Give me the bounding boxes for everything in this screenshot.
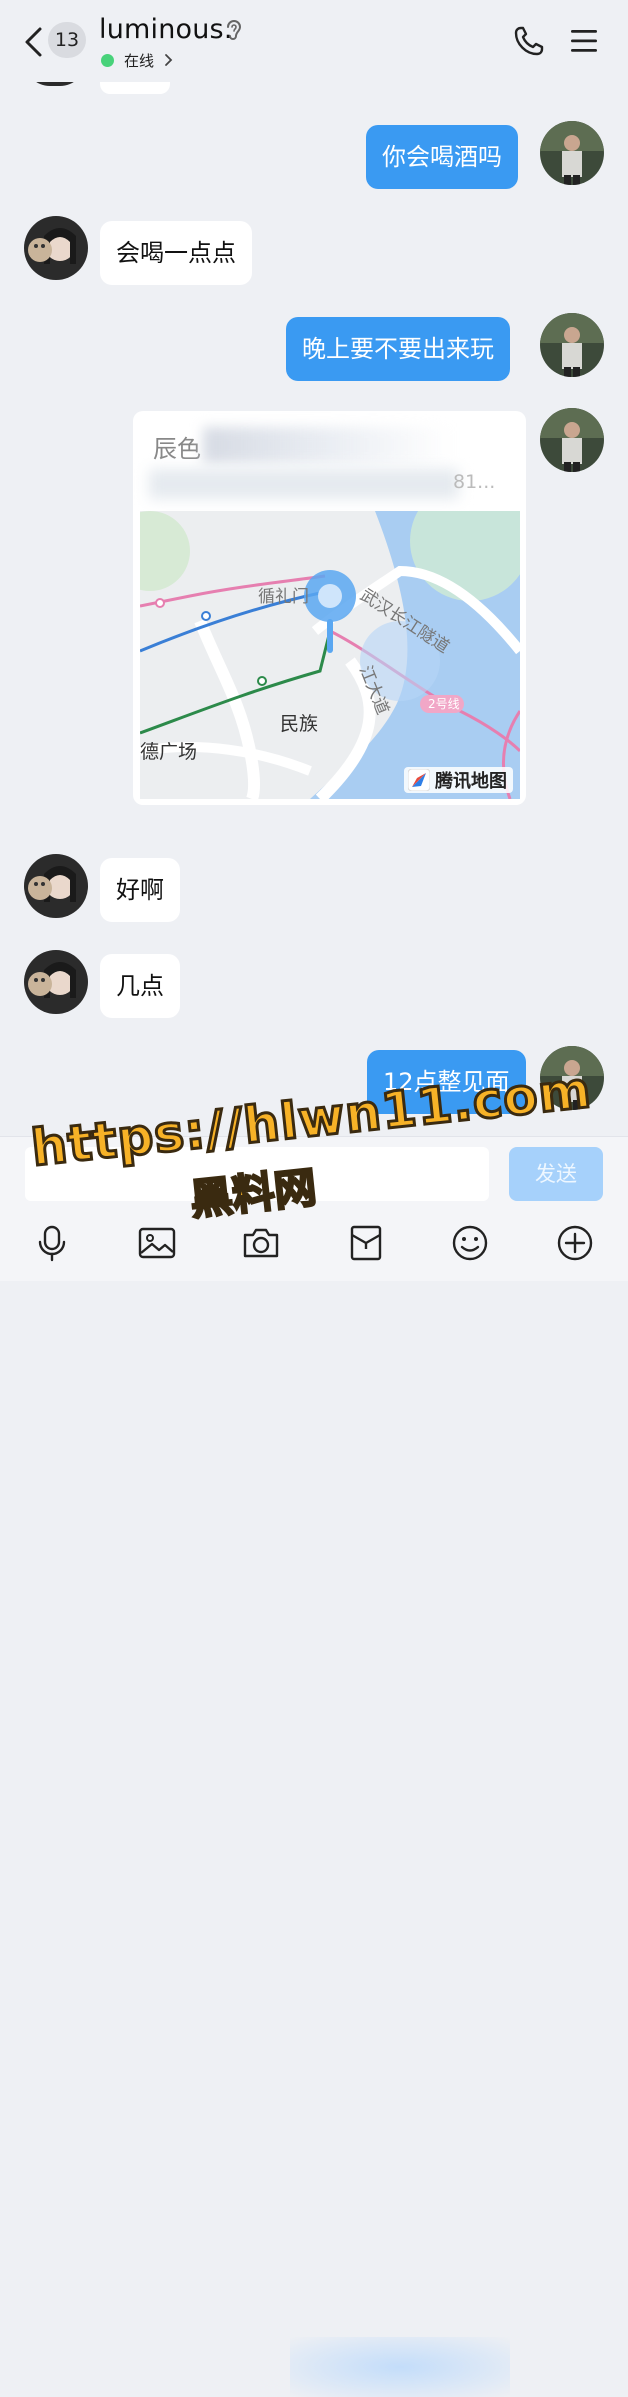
message-bubble-incoming[interactable]: 好啊 — [100, 858, 180, 922]
map-label: 德广场 — [140, 741, 198, 763]
message-bubble-outgoing[interactable]: 你会喝酒吗 — [366, 125, 518, 189]
location-title-blur — [203, 427, 453, 463]
map-provider-name: 腾讯地图 — [435, 771, 507, 792]
image-icon[interactable] — [137, 1223, 177, 1263]
contact-avatar[interactable] — [24, 216, 88, 280]
ear-icon — [227, 20, 242, 40]
map-label: 民族 — [280, 713, 319, 735]
chevron-right-icon — [165, 54, 173, 66]
location-address-tail: 81... — [453, 471, 496, 493]
location-address-blur — [149, 469, 459, 499]
contact-avatar[interactable] — [24, 950, 88, 1014]
microphone-icon[interactable] — [32, 1223, 72, 1263]
status-text: 在线 — [124, 51, 155, 70]
message-bubble-outgoing[interactable]: 晚上要不要出来玩 — [286, 317, 510, 381]
my-avatar[interactable] — [540, 313, 604, 377]
location-title: 辰色 — [153, 435, 201, 463]
map-preview: 循礼门 武汉长江隧道 江大道 民族 德广场 2号线 腾讯地图 — [133, 481, 526, 804]
map-label-line2: 2号线 — [428, 697, 460, 711]
contact-name[interactable]: luminous. — [99, 14, 233, 45]
my-avatar[interactable] — [540, 408, 604, 472]
camera-icon[interactable] — [241, 1223, 281, 1263]
online-dot-icon — [101, 53, 114, 67]
online-status[interactable]: 在线 — [101, 50, 173, 70]
send-button[interactable]: 发送 — [509, 1147, 603, 1201]
chat-header: 13 luminous. 在线 — [0, 0, 628, 82]
map-label: 循礼门 — [258, 587, 309, 607]
decorative-glow — [290, 2337, 510, 2397]
plus-icon[interactable] — [555, 1223, 595, 1263]
back-chevron-icon[interactable] — [22, 26, 46, 58]
emoji-icon[interactable] — [450, 1223, 490, 1263]
red-packet-icon[interactable] — [346, 1223, 386, 1263]
phone-icon[interactable] — [512, 24, 546, 58]
location-card[interactable]: 辰色 81... 循礼门 武汉长江隧道 江大道 民族 德广场 2号线 腾讯地图 — [133, 411, 526, 805]
contact-avatar[interactable] — [24, 854, 88, 918]
my-avatar[interactable] — [540, 121, 604, 185]
menu-icon[interactable] — [570, 28, 598, 54]
map-provider-badge: 腾讯地图 — [404, 767, 513, 793]
tencent-map-icon — [408, 769, 430, 791]
message-bubble-incoming[interactable]: 会喝一点点 — [100, 221, 252, 285]
message-bubble-incoming[interactable]: 几点 — [100, 954, 180, 1018]
unread-count-badge[interactable]: 13 — [48, 22, 86, 58]
